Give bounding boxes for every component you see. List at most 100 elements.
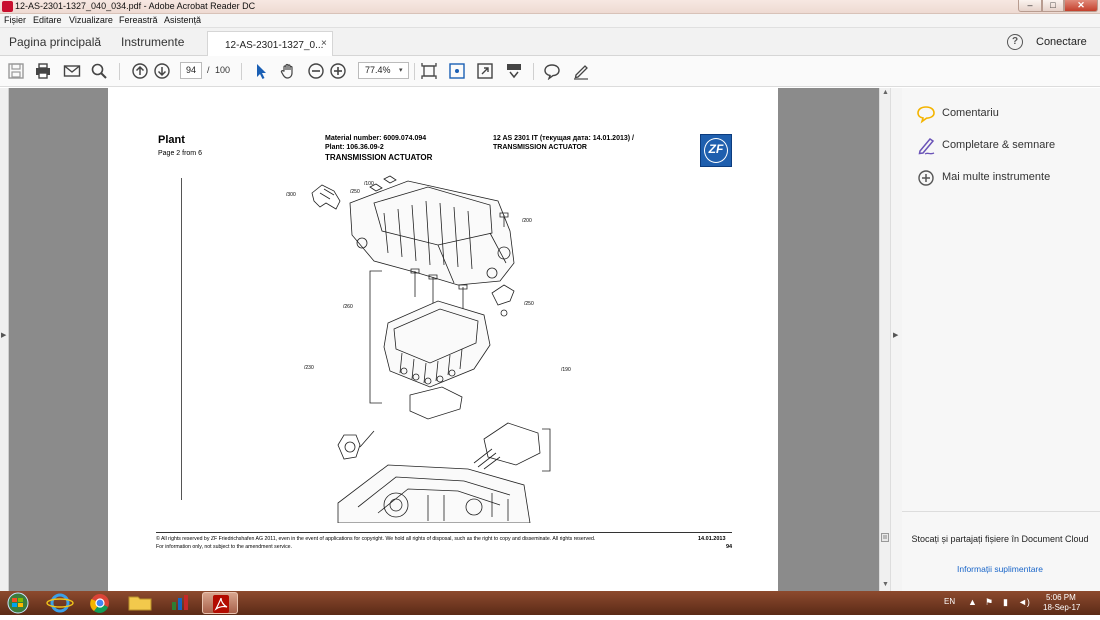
pdf-footer-info: For information only, not subject to the…	[156, 544, 292, 550]
fit-page-icon[interactable]	[448, 62, 466, 80]
callout-label: /190	[561, 367, 571, 373]
tool-more-tools-label: Mai multe instrumente	[942, 171, 1051, 183]
zoom-level-value: 77.4%	[365, 65, 391, 75]
office-icon[interactable]	[162, 592, 198, 614]
comment-icon	[917, 106, 935, 124]
email-icon[interactable]	[63, 62, 81, 80]
zoom-level-select[interactable]: 77.4% ▾	[358, 62, 409, 79]
ie-icon[interactable]	[42, 592, 78, 614]
fill-sign-icon	[918, 138, 935, 155]
zoom-out-icon[interactable]	[307, 62, 325, 80]
fullscreen-icon[interactable]	[476, 62, 494, 80]
toolbar-separator	[533, 63, 534, 80]
page-separator: /	[207, 65, 210, 75]
acrobat-app-icon	[2, 1, 13, 12]
hand-tool-icon[interactable]	[279, 62, 297, 80]
scroll-up-icon[interactable]: ▲	[882, 89, 889, 96]
page-down-icon[interactable]	[153, 62, 171, 80]
menu-file[interactable]: Fișier	[4, 15, 26, 25]
page-total: 100	[215, 65, 231, 75]
pdf-title: Plant	[158, 134, 185, 146]
toolbar: 94 / 100 77.4% ▾	[0, 56, 1100, 87]
save-icon[interactable]	[7, 62, 25, 80]
tool-fill-sign-label: Completare & semnare	[942, 139, 1056, 151]
page-up-icon[interactable]	[131, 62, 149, 80]
network-icon[interactable]: ▮	[1003, 597, 1008, 608]
menu-edit[interactable]: Editare	[33, 15, 62, 25]
learn-more-link[interactable]: Informații suplimentare	[910, 564, 1090, 574]
language-indicator[interactable]: EN	[944, 597, 955, 606]
tab-home[interactable]: Pagina principală	[9, 35, 101, 49]
sign-icon[interactable]	[572, 62, 590, 80]
pdf-plant-number: Plant: 106.36.09-2	[325, 144, 384, 151]
toolbar-separator	[414, 63, 415, 80]
chrome-icon[interactable]	[82, 592, 118, 614]
pdf-page: Plant Page 2 from 6 Material number: 600…	[108, 88, 778, 591]
pdf-assembly-name: TRANSMISSION ACTUATOR	[325, 153, 433, 162]
left-panel-toggle[interactable]: ▶	[0, 88, 9, 591]
pdf-model-assembly: TRANSMISSION ACTUATOR	[493, 144, 587, 151]
more-tools-icon	[918, 170, 934, 186]
tab-document[interactable]: 12-AS-2301-1327_0... ×	[207, 31, 333, 57]
toolbar-separator	[241, 63, 242, 80]
acrobat-reader-task-button[interactable]	[202, 592, 238, 614]
menu-help[interactable]: Asistență	[164, 15, 201, 25]
show-hidden-icons[interactable]: ▲	[968, 597, 977, 607]
close-window-button[interactable]: ✕	[1064, 0, 1098, 12]
minimize-button[interactable]: –	[1018, 0, 1042, 12]
callout-label: /260	[343, 304, 353, 310]
start-orb-icon[interactable]	[4, 592, 32, 614]
help-icon[interactable]: ?	[1007, 34, 1023, 50]
print-icon[interactable]	[34, 62, 52, 80]
tools-pane: Comentariu Completare & semnare Mai mult…	[902, 88, 1100, 591]
close-tab-icon[interactable]: ×	[321, 38, 327, 49]
tool-comment[interactable]: Comentariu	[916, 104, 1096, 124]
pdf-margin-line	[181, 178, 182, 500]
pdf-model: 12 AS 2301 IT (текущая дата: 14.01.2013)…	[493, 135, 634, 142]
menu-view[interactable]: Vizualizare	[69, 15, 113, 25]
callout-label: /250	[524, 301, 534, 307]
tool-comment-label: Comentariu	[942, 107, 999, 119]
page-number-input[interactable]: 94	[180, 62, 202, 79]
chevron-down-icon: ▾	[399, 67, 403, 74]
comment-icon[interactable]	[543, 62, 561, 80]
taskbar: EN ▲ ⚑ ▮ ◄) 5:06 PM 18-Sep-17	[0, 591, 1100, 615]
pdf-subtitle: Page 2 from 6	[158, 150, 202, 157]
vertical-scrollbar[interactable]: ▲ ▼	[879, 88, 890, 591]
clock-date[interactable]: 18-Sep-17	[1043, 603, 1080, 612]
action-center-icon[interactable]: ⚑	[985, 597, 993, 608]
right-pane-toggle[interactable]: ▶	[890, 88, 902, 591]
pdf-page-number: 94	[726, 544, 733, 550]
fit-width-icon[interactable]	[420, 62, 438, 80]
tab-tools[interactable]: Instrumente	[121, 35, 184, 49]
expand-left-icon: ▶	[1, 332, 7, 339]
tool-more-tools[interactable]: Mai multe instrumente	[916, 168, 1096, 188]
tab-document-label: 12-AS-2301-1327_0...	[225, 40, 324, 51]
pane-divider	[902, 511, 1100, 512]
window-title: 12-AS-2301-1327_040_034.pdf - Adobe Acro…	[15, 1, 256, 11]
collapse-right-icon: ▶	[893, 332, 899, 339]
sign-in-link[interactable]: Conectare	[1036, 36, 1087, 48]
tool-fill-sign[interactable]: Completare & semnare	[916, 136, 1096, 156]
search-icon[interactable]	[90, 62, 108, 80]
scroll-thumb-grip-icon[interactable]	[881, 533, 889, 542]
callout-label: /250	[350, 189, 360, 195]
select-cursor-icon[interactable]	[252, 62, 270, 80]
pdf-footer-rule	[156, 532, 732, 533]
toolbar-separator	[119, 63, 120, 80]
explorer-icon[interactable]	[122, 592, 158, 614]
callout-label: /230	[304, 365, 314, 371]
callout-label: /100	[364, 181, 374, 187]
callout-label: /300	[286, 192, 296, 198]
menu-window[interactable]: Fereastră	[119, 15, 158, 25]
zf-logo-text: ZF	[708, 142, 724, 156]
tab-bar: Pagina principală Instrumente 12-AS-2301…	[0, 28, 1100, 57]
volume-icon[interactable]: ◄)	[1018, 597, 1030, 607]
read-mode-icon[interactable]	[505, 62, 523, 80]
acrobat-reader-icon	[213, 595, 229, 613]
zoom-in-icon[interactable]	[329, 62, 347, 80]
clock-time[interactable]: 5:06 PM	[1046, 593, 1076, 602]
maximize-button[interactable]: □	[1042, 0, 1064, 12]
document-cloud-promo: Stocați și partajați fișiere în Document…	[911, 534, 1089, 544]
scroll-down-icon[interactable]: ▼	[882, 581, 889, 588]
